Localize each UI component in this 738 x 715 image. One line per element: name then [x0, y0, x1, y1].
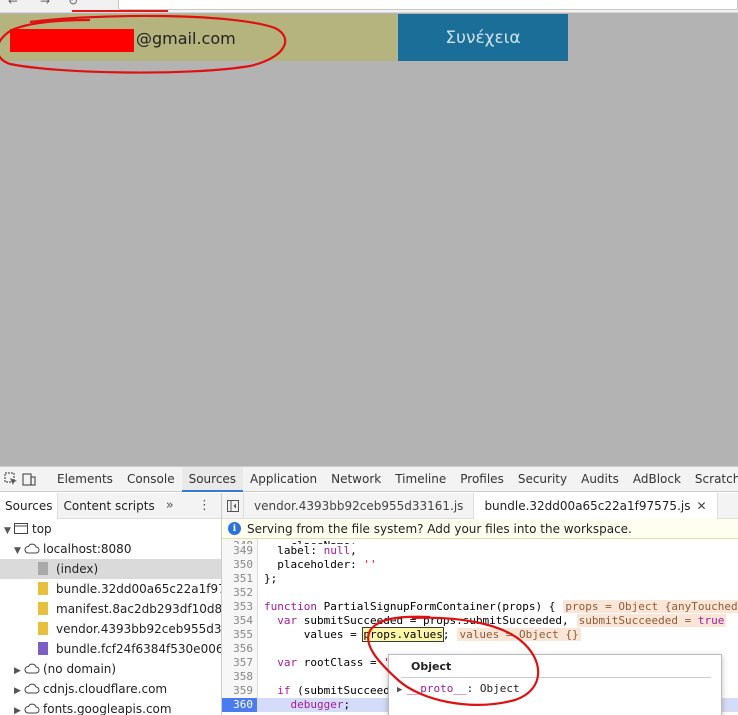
tab-network[interactable]: Network	[324, 467, 388, 492]
email-field[interactable]: @gmail.com	[0, 14, 397, 61]
navigator-tabs: Sources Content scripts » ⋮	[0, 492, 221, 519]
info-icon: i	[228, 522, 241, 535]
file-icon	[38, 562, 48, 575]
tree-item-top[interactable]: ▼ top	[0, 519, 221, 539]
inspect-element-icon[interactable]	[4, 469, 18, 489]
collapsed-triangle-icon[interactable]: ▶	[14, 701, 24, 715]
code-line: 354 var submitSucceeded = props.submitSu…	[222, 614, 738, 628]
tab-security[interactable]: Security	[511, 467, 574, 492]
tree-item-label: (no domain)	[43, 662, 117, 676]
editor-tab-label: vendor.4393bb92ceb955d33161.js	[254, 498, 464, 513]
close-tab-icon[interactable]: ✕	[696, 499, 706, 513]
tab-timeline[interactable]: Timeline	[388, 467, 453, 492]
tree-item-bundle-32dd[interactable]: bundle.32dd00a65c22a1f97575	[0, 579, 221, 599]
more-tabs-icon[interactable]: »	[166, 498, 174, 513]
back-icon[interactable]: ←	[8, 0, 18, 8]
device-toolbar-icon[interactable]	[22, 469, 36, 489]
cloud-icon	[24, 703, 40, 714]
proto-key: __proto__	[407, 682, 467, 695]
code-line: 355 values = props.values; values = Objec…	[222, 627, 738, 642]
tree-item-index[interactable]: (index)	[0, 559, 221, 579]
tree-item-label: fonts.googleapis.com	[43, 702, 172, 715]
code-line: 351};	[222, 572, 738, 586]
tree-item-label: top	[32, 522, 52, 536]
forward-icon[interactable]: →	[40, 0, 50, 8]
proto-value: : Object	[466, 682, 520, 695]
tree-item-manifest[interactable]: manifest.8ac2db293df10d8cba	[0, 599, 221, 619]
collapsed-triangle-icon[interactable]: ▶	[397, 685, 407, 695]
cloud-icon	[24, 663, 40, 674]
tree-item-label: bundle.32dd00a65c22a1f97575	[56, 582, 221, 596]
tree-item-bundle-fcf2[interactable]: bundle.fcf24f6384f530e0061be	[0, 639, 221, 659]
editor-tab-vendor[interactable]: vendor.4393bb92ceb955d33161.js	[244, 492, 475, 519]
code-line: 349 label: null,	[222, 544, 738, 558]
email-suffix: @gmail.com	[136, 29, 236, 48]
tree-item-label: cdnjs.cloudflare.com	[43, 682, 168, 696]
js-file-icon	[38, 602, 48, 615]
object-popover: Object ▶ __proto__: Object	[388, 654, 722, 715]
tab-application[interactable]: Application	[243, 467, 324, 492]
tree-item-localhost[interactable]: ▼ localhost:8080	[0, 539, 221, 559]
tree-item-cdnjs[interactable]: ▶ cdnjs.cloudflare.com	[0, 679, 221, 699]
infobar-text: Serving from the file system? Add your f…	[247, 521, 632, 536]
code-line: 350 placeholder: ''	[222, 558, 738, 572]
address-bar[interactable]	[118, 0, 738, 10]
js-file-icon	[38, 622, 48, 635]
nav-tab-content-scripts[interactable]: Content scripts	[58, 493, 159, 519]
tab-scratch-js[interactable]: Scratch JS	[688, 467, 738, 492]
browser-toolbar: ← → ↻	[0, 0, 738, 13]
collapsed-triangle-icon[interactable]: ▶	[14, 681, 24, 699]
css-file-icon	[38, 642, 48, 655]
proto-row[interactable]: ▶ __proto__: Object	[397, 682, 520, 695]
devtools-tabbar: Elements Console Sources Application Net…	[0, 467, 738, 492]
code-line: 353 function PartialSignupFormContainer(p…	[222, 600, 738, 614]
tree-item-label: manifest.8ac2db293df10d8cba	[56, 602, 221, 616]
tree-item-label: (index)	[56, 562, 99, 576]
tab-profiles[interactable]: Profiles	[453, 467, 511, 492]
redaction-box	[10, 29, 134, 52]
expanded-triangle-icon[interactable]: ▼	[4, 521, 14, 539]
redaction-line	[72, 10, 168, 12]
continue-button[interactable]: Συνέχεια	[398, 14, 568, 61]
popover-title: Object	[411, 660, 452, 673]
tree-item-fonts-googleapis[interactable]: ▶ fonts.googleapis.com	[0, 699, 221, 715]
sources-navigator: Sources Content scripts » ⋮ ▼ top ▼ localh…	[0, 492, 222, 715]
expanded-triangle-icon[interactable]: ▼	[14, 541, 24, 559]
cloud-icon	[24, 543, 40, 554]
tree-item-label: localhost:8080	[43, 542, 132, 556]
toggle-navigator-icon[interactable]	[222, 492, 244, 519]
tree-item-no-domain[interactable]: ▶ (no domain)	[0, 659, 221, 679]
workspace-infobar: i Serving from the file system? Add your…	[222, 519, 738, 539]
tree-item-label: bundle.fcf24f6384f530e0061be	[56, 642, 221, 656]
tab-audits[interactable]: Audits	[574, 467, 626, 492]
frame-icon	[14, 523, 28, 534]
js-file-icon	[38, 582, 48, 595]
collapsed-triangle-icon[interactable]: ▶	[14, 661, 24, 679]
tab-elements[interactable]: Elements	[50, 467, 120, 492]
editor-tab-label: bundle.32dd00a65c22a1f97575.js	[484, 498, 691, 513]
cloud-icon	[24, 683, 40, 694]
editor-tabs: vendor.4393bb92ceb955d33161.js bundle.32…	[222, 492, 738, 519]
tree-item-label: vendor.4393bb92ceb955d3316	[56, 622, 221, 636]
tree-item-vendor[interactable]: vendor.4393bb92ceb955d3316	[0, 619, 221, 639]
tab-adblock[interactable]: AdBlock	[626, 467, 688, 492]
tab-console[interactable]: Console	[120, 467, 182, 492]
navigator-menu-icon[interactable]: ⋮	[198, 498, 211, 513]
code-line: 352	[222, 586, 738, 600]
reload-icon[interactable]: ↻	[68, 0, 78, 8]
popover-divider	[401, 677, 711, 678]
tab-sources[interactable]: Sources	[181, 467, 244, 492]
nav-tab-sources[interactable]: Sources	[0, 492, 59, 519]
editor-tab-bundle[interactable]: bundle.32dd00a65c22a1f97575.js ✕	[474, 492, 718, 519]
